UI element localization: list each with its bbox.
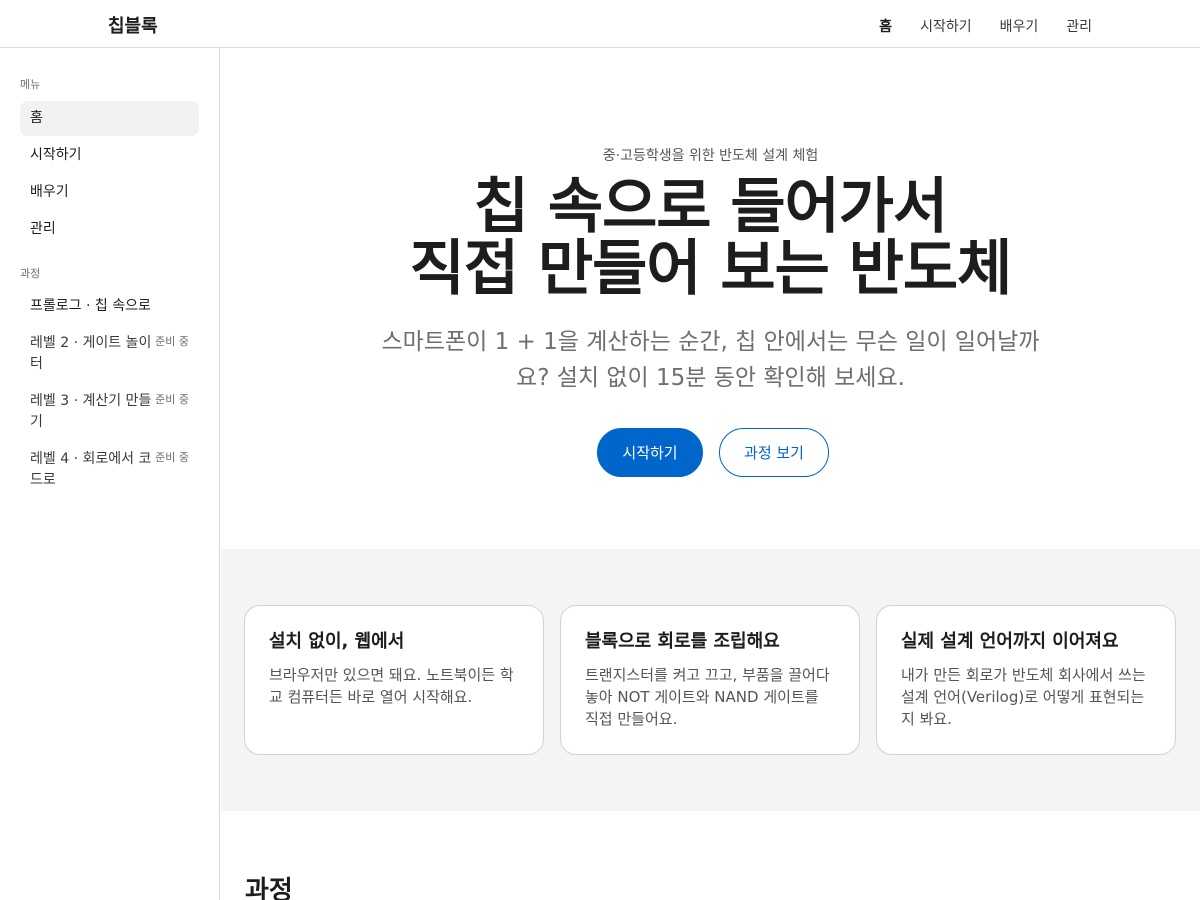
feature-card-body: 트랜지스터를 켜고 끄고, 부품을 끌어다 놓아 NOT 게이트와 NAND 게… [585, 666, 830, 728]
sidebar-item-admin[interactable]: 관리 [20, 212, 199, 247]
hero-title-line1: 칩 속으로 들어가서 [473, 172, 948, 242]
top-header: 칩블록 홈 시작하기 배우기 관리 [0, 0, 1200, 48]
sidebar-item-home[interactable]: 홈 [20, 101, 199, 136]
feature-card-title: 실제 설계 언어까지 이어져요 [901, 631, 1119, 652]
sidebar-item-learn[interactable]: 배우기 [20, 175, 199, 210]
sidebar-course-level4[interactable]: 레벨 4 · 회로에서 코드로 준비 중 [20, 449, 199, 491]
hero-title-line2: 직접 만들어 보는 반도체 [409, 234, 1013, 304]
start-button[interactable]: 시작하기 [597, 428, 703, 477]
sidebar-course-level2[interactable]: 레벨 2 · 게이트 놀이터 준비 중 [20, 333, 199, 375]
courses-section-title: 과정 [245, 876, 293, 900]
view-courses-button[interactable]: 과정 보기 [719, 428, 829, 477]
sidebar-course-heading: 과정 [20, 267, 41, 280]
top-nav-learn[interactable]: 배우기 [1000, 16, 1039, 36]
top-nav-admin[interactable]: 관리 [1066, 16, 1092, 36]
brand-logo[interactable]: 칩블록 [108, 12, 158, 38]
sidebar-menu-heading: 메뉴 [20, 78, 41, 91]
top-nav-home[interactable]: 홈 [879, 16, 892, 36]
coming-soon-badge: 준비 중 [155, 393, 189, 406]
coming-soon-badge: 준비 중 [155, 451, 189, 464]
top-nav: 홈 시작하기 배우기 관리 [879, 16, 1092, 36]
sidebar-course-label: 레벨 2 · 게이트 놀이터 [30, 335, 152, 372]
sidebar-course-prologue[interactable]: 프롤로그 · 칩 속으로 [20, 296, 199, 317]
feature-card: 블록으로 회로를 조립해요 트랜지스터를 켜고 끄고, 부품을 끌어다 놓아 N… [560, 605, 860, 755]
hero-title: 칩 속으로 들어가서 직접 만들어 보는 반도체 [221, 176, 1200, 300]
hero-buttons: 시작하기 과정 보기 [221, 428, 1200, 477]
sidebar-course-label: 레벨 3 · 계산기 만들기 [30, 393, 152, 430]
feature-card: 실제 설계 언어까지 이어져요 내가 만든 회로가 반도체 회사에서 쓰는 설계… [876, 605, 1176, 755]
feature-card-title: 블록으로 회로를 조립해요 [585, 631, 780, 652]
top-nav-start[interactable]: 시작하기 [920, 16, 972, 36]
coming-soon-badge: 준비 중 [155, 335, 189, 348]
feature-card-body: 브라우저만 있으면 돼요. 노트북이든 학교 컴퓨터든 바로 열어 시작해요. [269, 666, 514, 706]
sidebar-course-label: 레벨 4 · 회로에서 코드로 [30, 451, 152, 488]
hero-subtitle: 스마트폰이 1 + 1을 계산하는 순간, 칩 안에서는 무슨 일이 일어날까요… [381, 329, 1040, 391]
main-content: 중·고등학생을 위한 반도체 설계 체험 칩 속으로 들어가서 직접 만들어 보… [221, 48, 1200, 900]
hero-eyebrow: 중·고등학생을 위한 반도체 설계 체험 [602, 148, 819, 164]
sidebar: 메뉴 홈 시작하기 배우기 관리 과정 프롤로그 · 칩 속으로 레벨 2 · … [0, 48, 220, 900]
feature-card: 설치 없이, 웹에서 브라우저만 있으면 돼요. 노트북이든 학교 컴퓨터든 바… [244, 605, 544, 755]
feature-card-body: 내가 만든 회로가 반도체 회사에서 쓰는 설계 언어(Verilog)로 어떻… [901, 666, 1146, 728]
sidebar-item-start[interactable]: 시작하기 [20, 138, 199, 173]
feature-card-title: 설치 없이, 웹에서 [269, 631, 405, 652]
sidebar-course-level3[interactable]: 레벨 3 · 계산기 만들기 준비 중 [20, 391, 199, 433]
sidebar-course-label: 프롤로그 · 칩 속으로 [30, 298, 151, 314]
features-section: 설치 없이, 웹에서 브라우저만 있으면 돼요. 노트북이든 학교 컴퓨터든 바… [221, 549, 1200, 811]
hero-section: 중·고등학생을 위한 반도체 설계 체험 칩 속으로 들어가서 직접 만들어 보… [221, 48, 1200, 548]
